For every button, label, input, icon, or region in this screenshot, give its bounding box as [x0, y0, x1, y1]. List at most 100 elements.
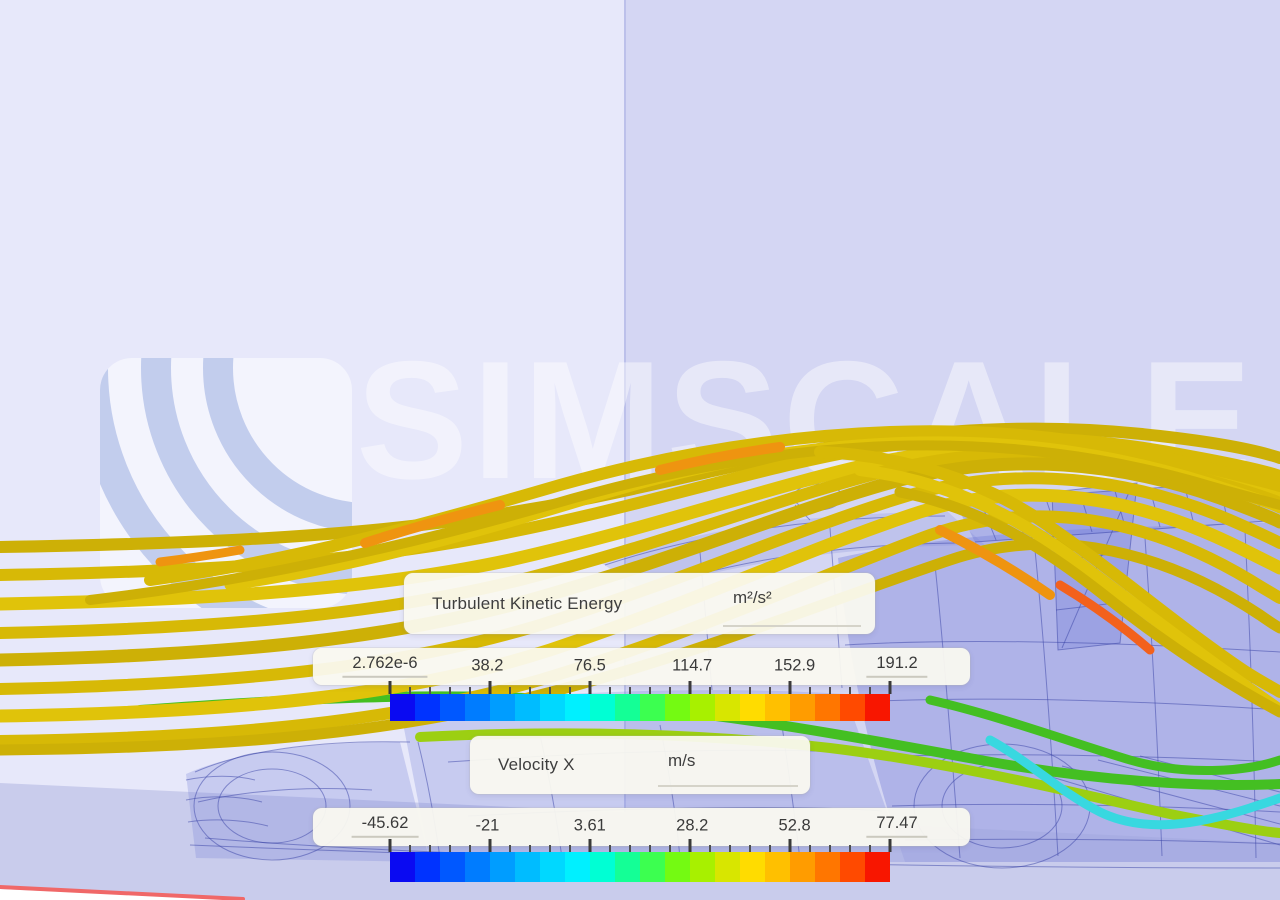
- colorbar-segment: [690, 852, 715, 882]
- major-tick: [788, 681, 792, 694]
- minor-tick: [669, 687, 671, 694]
- minor-tick: [629, 845, 631, 852]
- vx-colorbar-ticks: [388, 839, 892, 852]
- tke-scale-box: 2.762e-6 38.2 76.5 114.7 152.9 191.2: [313, 648, 970, 685]
- tke-title-box[interactable]: Turbulent Kinetic Energy m²/s²: [404, 573, 875, 634]
- colorbar-segment: [740, 852, 765, 882]
- tke-tick-label-max[interactable]: 191.2: [866, 653, 928, 678]
- minor-tick: [709, 687, 711, 694]
- minor-tick: [609, 687, 611, 694]
- colorbar-segment: [765, 852, 790, 882]
- colorbar-segment: [465, 694, 490, 721]
- colorbar-segment: [440, 852, 465, 882]
- major-tick: [688, 681, 692, 694]
- vx-tick-label-2: 3.61: [573, 816, 606, 835]
- minor-tick: [409, 687, 411, 694]
- minor-tick: [649, 687, 651, 694]
- colorbar-segment: [740, 694, 765, 721]
- minor-tick: [629, 687, 631, 694]
- minor-tick: [769, 687, 771, 694]
- minor-tick: [669, 845, 671, 852]
- colorbar-segment: [815, 694, 840, 721]
- vx-unit-field[interactable]: m/s: [658, 749, 798, 787]
- minor-tick: [749, 687, 751, 694]
- minor-tick: [609, 845, 611, 852]
- colorbar-segment: [615, 852, 640, 882]
- colorbar-segment: [390, 852, 415, 882]
- tke-colorbar: [390, 694, 890, 721]
- colorbar-segment: [465, 852, 490, 882]
- minor-tick: [429, 687, 431, 694]
- colorbar-segment: [540, 852, 565, 882]
- minor-tick: [429, 845, 431, 852]
- vx-tick-label-3: 28.2: [676, 816, 709, 835]
- minor-tick: [449, 687, 451, 694]
- minor-tick: [729, 687, 731, 694]
- tke-tick-label-1: 38.2: [471, 656, 504, 675]
- vx-title-box[interactable]: Velocity X m/s: [470, 736, 810, 794]
- colorbar-segment: [515, 694, 540, 721]
- minor-tick: [449, 845, 451, 852]
- minor-tick: [509, 845, 511, 852]
- minor-tick: [649, 845, 651, 852]
- colorbar-segment: [590, 852, 615, 882]
- colorbar-segment: [790, 852, 815, 882]
- major-tick: [488, 839, 492, 852]
- minor-tick: [529, 845, 531, 852]
- minor-tick: [829, 845, 831, 852]
- colorbar-segment: [565, 694, 590, 721]
- minor-tick: [569, 687, 571, 694]
- tke-tick-label-4: 152.9: [773, 656, 816, 675]
- minor-tick: [469, 687, 471, 694]
- minor-tick: [849, 845, 851, 852]
- colorbar-segment: [415, 694, 440, 721]
- tke-unit-field[interactable]: m²/s²: [723, 586, 861, 627]
- major-tick: [388, 839, 392, 852]
- colorbar-segment: [815, 852, 840, 882]
- viewport-3d[interactable]: SIMSCALE Turbulent Kinetic Energy m²/s² …: [0, 0, 1280, 900]
- minor-tick: [809, 687, 811, 694]
- vx-colorbar: [390, 852, 890, 882]
- minor-tick: [409, 845, 411, 852]
- minor-tick: [709, 845, 711, 852]
- minor-tick: [729, 845, 731, 852]
- colorbar-segment: [590, 694, 615, 721]
- vx-tick-label-1: -21: [475, 816, 500, 835]
- colorbar-segment: [790, 694, 815, 721]
- major-tick: [588, 839, 592, 852]
- colorbar-segment: [440, 694, 465, 721]
- colorbar-segment: [840, 694, 865, 721]
- colorbar-segment: [665, 852, 690, 882]
- colorbar-segment: [765, 694, 790, 721]
- minor-tick: [549, 845, 551, 852]
- major-tick: [488, 681, 492, 694]
- tke-tick-label-2: 76.5: [573, 656, 606, 675]
- minor-tick: [849, 687, 851, 694]
- colorbar-segment: [490, 852, 515, 882]
- minor-tick: [869, 687, 871, 694]
- colorbar-segment: [640, 852, 665, 882]
- tke-colorbar-ticks: [388, 681, 892, 694]
- minor-tick: [809, 845, 811, 852]
- vx-tick-label-max[interactable]: 77.47: [866, 814, 928, 838]
- colorbar-segment: [865, 694, 890, 721]
- legend-title: Turbulent Kinetic Energy: [432, 593, 623, 613]
- colorbar-segment: [490, 694, 515, 721]
- minor-tick: [769, 845, 771, 852]
- legend-title: Velocity X: [498, 755, 575, 774]
- major-tick: [388, 681, 392, 694]
- colorbar-segment: [615, 694, 640, 721]
- minor-tick: [549, 687, 551, 694]
- colorbar-segment: [540, 694, 565, 721]
- minor-tick: [529, 687, 531, 694]
- minor-tick: [509, 687, 511, 694]
- colorbar-segment: [665, 694, 690, 721]
- colorbar-segment: [715, 694, 740, 721]
- major-tick: [888, 681, 892, 694]
- colorbar-segment: [515, 852, 540, 882]
- major-tick: [588, 681, 592, 694]
- vx-tick-label-min[interactable]: -45.62: [351, 814, 419, 838]
- major-tick: [788, 839, 792, 852]
- vx-tick-label-4: 52.8: [778, 816, 811, 835]
- tke-tick-label-min[interactable]: 2.762e-6: [342, 653, 428, 678]
